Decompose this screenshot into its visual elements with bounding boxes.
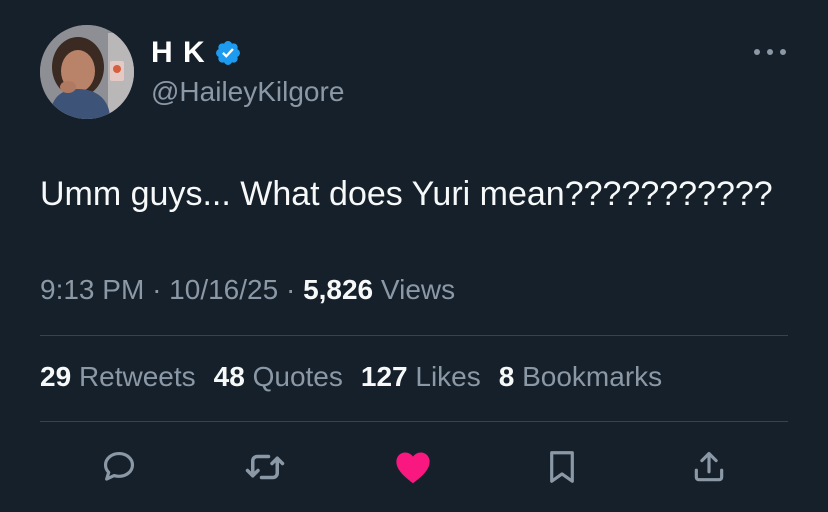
like-icon [396,452,430,484]
stat-count: 29 [40,361,72,392]
stat-label: Bookmarks [522,361,663,392]
stat-label: Retweets [78,361,196,392]
views-label: Views [380,274,456,305]
stat-count: 48 [213,361,245,392]
share-icon [694,451,724,482]
reply-button[interactable] [97,445,141,489]
stat-retweets[interactable]: 29 Retweets [40,359,196,395]
tweet-text: Umm guys... What does Yuri mean?????????… [40,175,773,213]
verified-badge-icon [214,39,242,67]
user-handle[interactable]: @HaileyKilgore [151,74,344,110]
divider [40,421,788,422]
stat-quotes[interactable]: 48 Quotes [214,359,343,395]
display-name-row: H K [151,34,242,72]
action-bar [0,445,828,489]
like-button[interactable] [391,445,435,489]
meta-separator: · [285,274,296,305]
share-button[interactable] [687,445,731,489]
bookmark-button[interactable] [540,445,584,489]
tweet-time[interactable]: 9:13 PM [40,274,144,305]
meta-separator: · [152,274,162,305]
tweet-detail: H K @HaileyKilgore Umm guys... What does… [0,0,828,512]
retweet-button[interactable] [243,445,287,489]
stat-label: Likes [415,361,481,392]
more-options-icon[interactable] [754,42,786,62]
divider [40,335,788,336]
views-count: 5,826 [303,274,374,305]
stat-count: 127 [360,361,408,392]
avatar[interactable] [40,25,134,119]
tweet-meta: 9:13 PM · 10/16/25 · 5,826 Views [40,272,455,308]
tweet-date[interactable]: 10/16/25 [169,274,278,305]
stat-likes[interactable]: 127 Likes [361,359,481,395]
stat-count: 8 [498,361,515,392]
retweet-icon [245,454,285,480]
stat-label: Quotes [252,361,343,392]
stat-bookmarks[interactable]: 8 Bookmarks [499,359,662,395]
bookmark-icon [550,451,574,483]
engagement-stats: 29 Retweets 48 Quotes 127 Likes 8 Bookma… [40,359,662,395]
display-name[interactable]: H K [151,34,206,72]
reply-icon [103,451,135,481]
